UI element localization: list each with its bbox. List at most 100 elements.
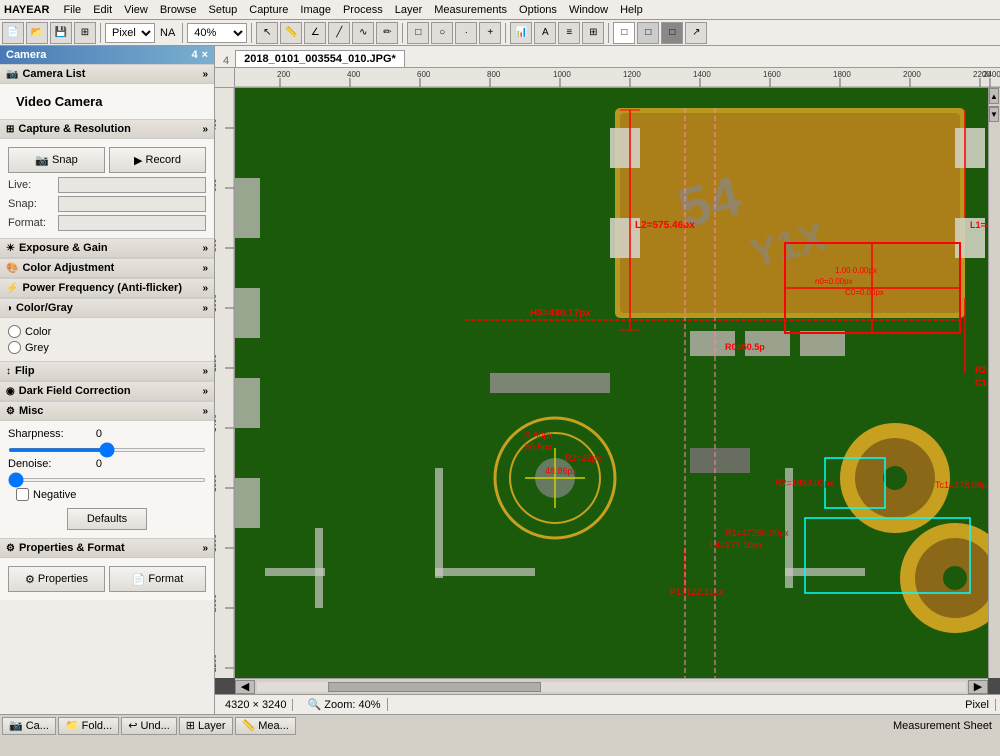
flip-section[interactable]: ↕ Flip » bbox=[0, 361, 214, 381]
menu-browse[interactable]: Browse bbox=[154, 2, 203, 18]
svg-text:1600: 1600 bbox=[763, 70, 781, 79]
collapse-misc[interactable]: » bbox=[202, 406, 208, 417]
collapse-props[interactable]: » bbox=[202, 543, 208, 554]
dot-btn[interactable]: · bbox=[455, 22, 477, 44]
pixel-select[interactable]: Pixel bbox=[105, 23, 155, 43]
negative-checkbox[interactable] bbox=[16, 488, 29, 501]
taskbar-layer[interactable]: ⊞ Layer bbox=[179, 717, 233, 735]
new-btn[interactable]: 📄 bbox=[2, 22, 24, 44]
curve-btn[interactable]: ∿ bbox=[352, 22, 374, 44]
capture-resolution-section[interactable]: ⊞ Capture & Resolution » bbox=[0, 119, 214, 139]
menu-setup[interactable]: Setup bbox=[203, 2, 244, 18]
svg-text:400: 400 bbox=[347, 70, 361, 79]
image-container[interactable]: 200 400 600 800 1000 1200 1400 1600 bbox=[215, 68, 1000, 694]
snap-button[interactable]: 📷 Snap bbox=[8, 147, 105, 173]
table-btn[interactable]: ⊞ bbox=[582, 22, 604, 44]
toolbar: 📄 📂 💾 ⊞ Pixel NA 40% ↖ 📏 ∠ ╱ ∿ ✏ □ ○ · +… bbox=[0, 20, 1000, 46]
layer-taskbar-icon: ⊞ bbox=[186, 719, 195, 732]
menu-process[interactable]: Process bbox=[337, 2, 389, 18]
taskbar-undo[interactable]: ↩ Und... bbox=[121, 717, 177, 735]
chart-btn[interactable]: 📊 bbox=[510, 22, 532, 44]
grid-btn[interactable]: ⊞ bbox=[74, 22, 96, 44]
props-format-section[interactable]: ⚙ Properties & Format » bbox=[0, 538, 214, 558]
undo-taskbar-icon: ↩ bbox=[128, 719, 137, 732]
taskbar-camera[interactable]: 📷 Ca... bbox=[2, 717, 56, 735]
scrollbar-vertical[interactable]: ▲ ▼ bbox=[988, 88, 1000, 678]
negative-label: Negative bbox=[33, 489, 76, 501]
panel-title-bar: Camera 4 × bbox=[0, 46, 214, 64]
menu-window[interactable]: Window bbox=[563, 2, 614, 18]
circle-btn[interactable]: ○ bbox=[431, 22, 453, 44]
color2-btn[interactable]: □ bbox=[637, 22, 659, 44]
collapse-dark-field[interactable]: » bbox=[202, 386, 208, 397]
open-btn[interactable]: 📂 bbox=[26, 22, 48, 44]
collapse-color-gray[interactable]: » bbox=[202, 303, 208, 314]
menu-edit[interactable]: Edit bbox=[87, 2, 118, 18]
collapse-capture[interactable]: » bbox=[202, 124, 208, 135]
color-gray-section[interactable]: ◑ Color/Gray » bbox=[0, 298, 214, 318]
collapse-power[interactable]: » bbox=[202, 283, 208, 294]
menu-view[interactable]: View bbox=[118, 2, 154, 18]
misc-icon: ⚙ bbox=[6, 406, 15, 417]
measure-btn[interactable]: 📏 bbox=[280, 22, 302, 44]
gray-radio[interactable] bbox=[8, 341, 21, 354]
scrollbar-horizontal[interactable]: ◀ ▶ bbox=[235, 678, 988, 694]
zoom-select[interactable]: 40% bbox=[187, 23, 247, 43]
export-btn[interactable]: ↗ bbox=[685, 22, 707, 44]
menu-image[interactable]: Image bbox=[294, 2, 337, 18]
power-freq-section[interactable]: ⚡ Power Frequency (Anti-flicker) » bbox=[0, 278, 214, 298]
menu-layer[interactable]: Layer bbox=[389, 2, 429, 18]
camera-list-section[interactable]: 📷 Camera List » bbox=[0, 64, 214, 84]
sep1 bbox=[100, 23, 101, 43]
dark-field-section[interactable]: ◉ Dark Field Correction » bbox=[0, 381, 214, 401]
sharpness-slider[interactable] bbox=[8, 448, 206, 452]
taskbar-folder[interactable]: 📁 Fold... bbox=[58, 717, 119, 735]
align-btn[interactable]: ≡ bbox=[558, 22, 580, 44]
color-adj-section[interactable]: 🎨 Color Adjustment » bbox=[0, 258, 214, 278]
misc-section[interactable]: ⚙ Misc » bbox=[0, 401, 214, 421]
angle-btn[interactable]: ∠ bbox=[304, 22, 326, 44]
color1-btn[interactable]: □ bbox=[613, 22, 635, 44]
live-input[interactable] bbox=[58, 177, 206, 193]
image-tab[interactable]: 2018_0101_003554_010.JPG* bbox=[235, 50, 405, 67]
cross-btn[interactable]: + bbox=[479, 22, 501, 44]
collapse-camera-list[interactable]: » bbox=[202, 69, 208, 80]
camera-list-content: Video Camera bbox=[0, 84, 214, 119]
collapse-color-adj[interactable]: » bbox=[202, 263, 208, 274]
text-btn[interactable]: A bbox=[534, 22, 556, 44]
svg-text:600: 600 bbox=[215, 178, 218, 192]
arrow-btn[interactable]: ↖ bbox=[256, 22, 278, 44]
menu-file[interactable]: File bbox=[57, 2, 87, 18]
format-button[interactable]: 📄 Format bbox=[109, 566, 206, 592]
save-btn[interactable]: 💾 bbox=[50, 22, 72, 44]
pen-btn[interactable]: ✏ bbox=[376, 22, 398, 44]
snap-input[interactable] bbox=[58, 196, 206, 212]
menu-bar: HAYEAR File Edit View Browse Setup Captu… bbox=[0, 0, 1000, 20]
line-btn[interactable]: ╱ bbox=[328, 22, 350, 44]
defaults-button[interactable]: Defaults bbox=[67, 508, 147, 530]
dark-field-icon: ◉ bbox=[6, 386, 15, 397]
menu-help[interactable]: Help bbox=[614, 2, 649, 18]
properties-button[interactable]: ⚙ Properties bbox=[8, 566, 105, 592]
menu-capture[interactable]: Capture bbox=[243, 2, 294, 18]
svg-text:R2=1983.00px: R2=1983.00px bbox=[775, 478, 834, 488]
menu-measurements[interactable]: Measurements bbox=[428, 2, 513, 18]
square-btn[interactable]: □ bbox=[407, 22, 429, 44]
exposure-section[interactable]: ☀ Exposure & Gain » bbox=[0, 238, 214, 258]
record-button[interactable]: ▶ Record bbox=[109, 147, 206, 173]
color3-btn[interactable]: □ bbox=[661, 22, 683, 44]
svg-text:1400: 1400 bbox=[215, 414, 218, 432]
collapse-flip[interactable]: » bbox=[202, 366, 208, 377]
close-btn[interactable]: × bbox=[202, 49, 208, 61]
taskbar-mea[interactable]: 📏 Mea... bbox=[235, 717, 296, 735]
color-gray-label: Color/Gray bbox=[16, 302, 73, 314]
format-input[interactable] bbox=[58, 215, 206, 231]
collapse-exposure[interactable]: » bbox=[202, 243, 208, 254]
pin-btn[interactable]: 4 bbox=[191, 49, 197, 61]
props-content: ⚙ Properties 📄 Format bbox=[0, 558, 214, 600]
denoise-slider[interactable] bbox=[8, 478, 206, 482]
exposure-label: Exposure & Gain bbox=[19, 242, 108, 254]
color-gray-content: Color Grey bbox=[0, 318, 214, 361]
color-radio[interactable] bbox=[8, 325, 21, 338]
menu-options[interactable]: Options bbox=[513, 2, 563, 18]
